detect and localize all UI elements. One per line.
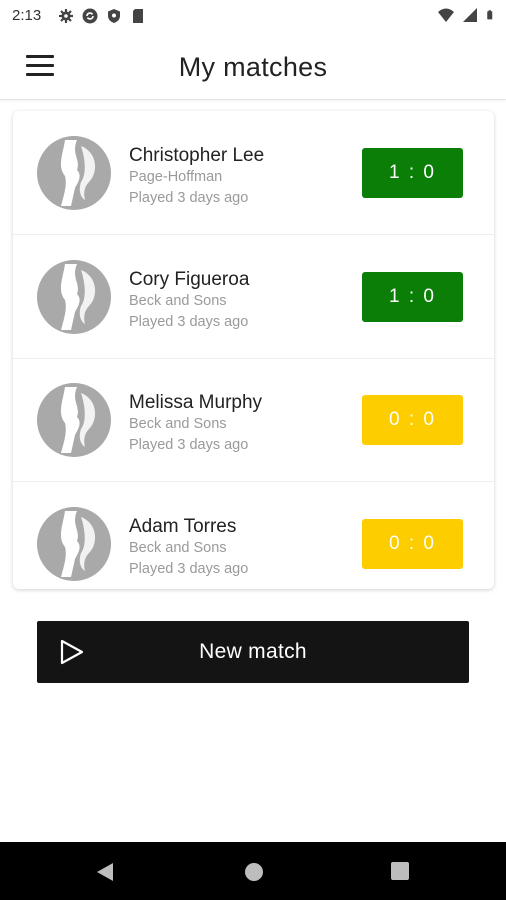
sync-icon [82, 8, 98, 24]
match-list: Christopher Lee Page-Hoffman Played 3 days… [13, 111, 494, 589]
wifi-icon [438, 8, 454, 22]
avatar-icon [37, 136, 111, 210]
play-icon [60, 639, 84, 665]
avatar-icon [37, 383, 111, 457]
back-icon[interactable] [96, 862, 114, 882]
home-icon[interactable] [244, 862, 264, 882]
player-name: Christopher Lee [129, 145, 265, 166]
status-bar: 2:13 [0, 0, 506, 32]
score-badge: 0 : 0 [362, 519, 463, 569]
new-match-button[interactable]: New match [37, 621, 469, 683]
page-title: My matches [178, 52, 328, 82]
played-time: Played 3 days ago [129, 314, 249, 330]
team-name: Beck and Sons [129, 416, 227, 432]
avatar-icon [37, 260, 111, 334]
match-row[interactable]: Cory Figueroa Beck and Sons Played 3 days … [13, 235, 494, 359]
match-row[interactable]: Adam Torres Beck and Sons Played 3 days ag… [13, 482, 494, 589]
played-time: Played 3 days ago [129, 190, 249, 206]
system-status-icons [438, 7, 496, 23]
player-name: Melissa Murphy [129, 392, 263, 413]
status-time: 2:13 [12, 7, 42, 24]
player-name: Cory Figueroa [129, 269, 250, 290]
battery-icon [487, 10, 493, 20]
settings-icon [59, 9, 73, 23]
app-bar: My matches [0, 36, 506, 100]
match-row[interactable]: Christopher Lee Page-Hoffman Played 3 days… [13, 111, 494, 235]
match-row[interactable]: Melissa Murphy Beck and Sons Played 3 days… [13, 358, 494, 482]
team-name: Beck and Sons [129, 540, 227, 556]
score-badge: 1 : 0 [362, 272, 463, 322]
played-time: Played 3 days ago [129, 561, 249, 577]
notification-icons [58, 8, 146, 24]
recents-icon[interactable] [391, 862, 409, 880]
new-match-label: New match [199, 640, 307, 663]
signal-icon [463, 8, 477, 22]
shield-icon [108, 9, 120, 23]
played-time: Played 3 days ago [129, 437, 249, 453]
score-badge: 0 : 0 [362, 395, 463, 445]
player-name: Adam Torres [129, 516, 237, 537]
team-name: Page-Hoffman [129, 169, 223, 185]
team-name: Beck and Sons [129, 293, 227, 309]
sd-card-icon [133, 9, 143, 23]
avatar-icon [37, 507, 111, 581]
score-badge: 1 : 0 [362, 148, 463, 198]
system-navigation-bar [0, 842, 506, 900]
